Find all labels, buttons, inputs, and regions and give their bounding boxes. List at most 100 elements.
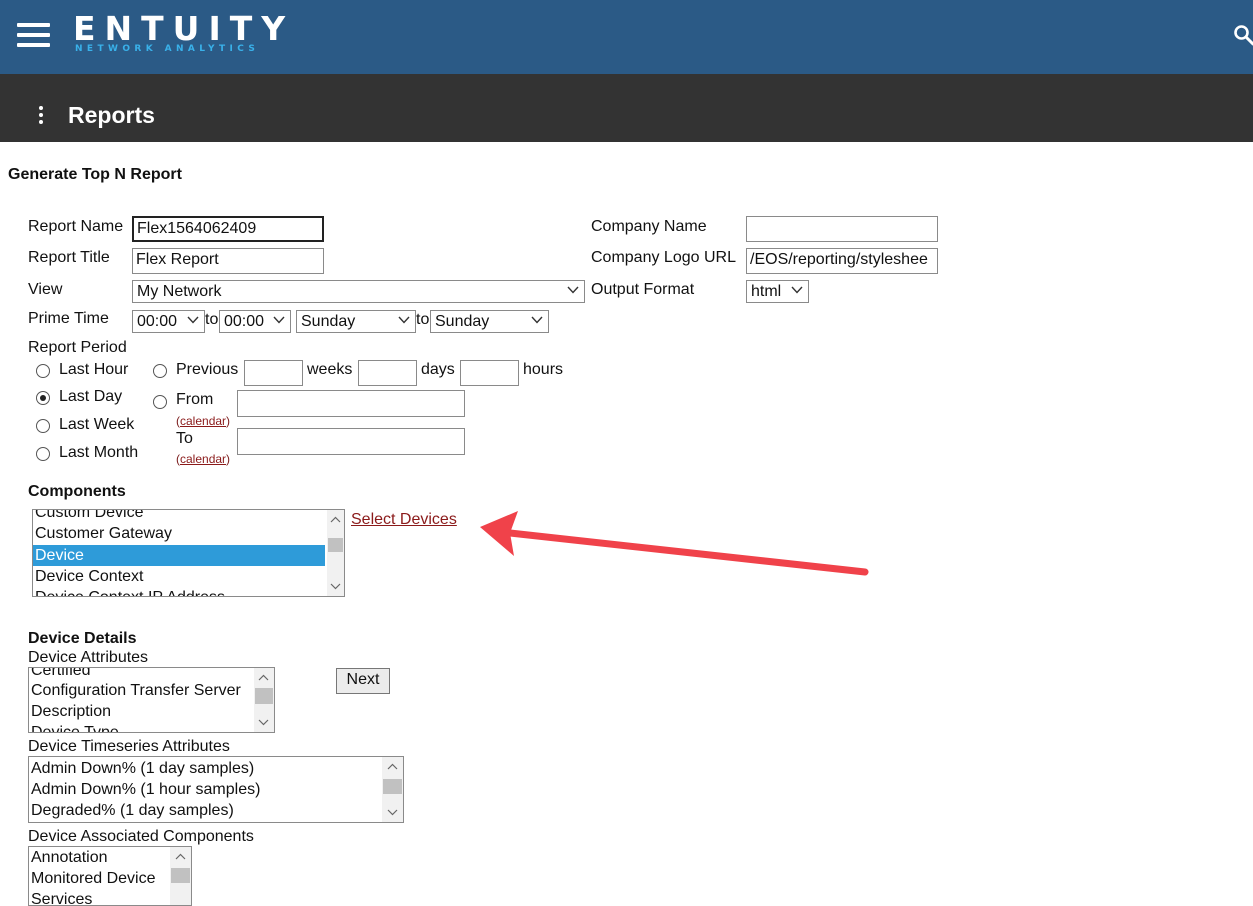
device-associated-listbox[interactable]: Annotation Monitored Device Services [28, 846, 192, 906]
list-item[interactable]: Monitored Device [31, 868, 156, 889]
previous-label: Previous [176, 361, 239, 378]
scroll-up-icon[interactable] [258, 674, 269, 681]
report-period-label: Report Period [28, 339, 127, 356]
list-item-selected[interactable]: Device [33, 545, 325, 566]
from-calendar-link[interactable]: calendar [180, 414, 226, 428]
prime-to-label: to [205, 311, 219, 328]
to-calendar-link[interactable]: calendar [180, 452, 226, 466]
scrollbar[interactable] [327, 510, 344, 596]
prime-to-time-select[interactable]: 00:00 [219, 310, 291, 333]
annotation-arrow-icon [480, 511, 869, 576]
brand-logo: ENTUITY [73, 9, 295, 48]
chevron-down-icon [398, 316, 410, 324]
view-label: View [28, 281, 63, 298]
radio-last-week[interactable] [36, 419, 50, 433]
select-devices-link[interactable]: Select Devices [351, 510, 457, 529]
chevron-down-icon [273, 316, 285, 324]
scrollbar-thumb[interactable] [171, 868, 190, 883]
kebab-menu-icon[interactable] [39, 106, 44, 126]
chevron-down-icon [791, 286, 803, 294]
device-timeseries-listbox[interactable]: Admin Down% (1 day samples) Admin Down% … [28, 756, 404, 823]
scrollbar[interactable] [170, 847, 191, 905]
company-name-input[interactable] [746, 216, 938, 242]
search-icon[interactable] [1233, 24, 1253, 46]
scrollbar-thumb[interactable] [255, 688, 273, 704]
scroll-up-icon[interactable] [330, 516, 341, 523]
form-heading: Generate Top N Report [8, 166, 182, 183]
components-label: Components [28, 483, 126, 500]
radio-last-day[interactable] [36, 391, 50, 405]
weeks-label: weeks [307, 361, 353, 378]
to-date-input[interactable] [237, 428, 465, 455]
list-item[interactable]: Device Type [31, 722, 119, 732]
hamburger-menu-icon[interactable] [17, 23, 50, 47]
scroll-down-icon[interactable] [387, 809, 398, 816]
scrollbar-thumb[interactable] [383, 779, 402, 794]
company-logo-input[interactable]: /EOS/reporting/styleshee [746, 248, 938, 274]
close-paren: ) [226, 452, 231, 466]
scrollbar[interactable] [254, 668, 274, 732]
chevron-down-icon [531, 316, 543, 324]
from-date-input[interactable] [237, 390, 465, 417]
list-item[interactable]: Certified [31, 668, 91, 681]
last-month-label: Last Month [59, 444, 139, 461]
chevron-down-icon [187, 316, 199, 324]
list-item[interactable]: Description [31, 701, 111, 722]
previous-hours-input[interactable] [460, 360, 519, 386]
report-title-input[interactable]: Flex Report [132, 248, 324, 274]
scroll-up-icon[interactable] [387, 763, 398, 770]
list-item[interactable]: Admin Down% (1 hour samples) [31, 779, 260, 800]
hours-label: hours [523, 361, 564, 378]
list-item[interactable]: Services [31, 889, 92, 905]
prime-to-day-select[interactable]: Sunday [430, 310, 549, 333]
report-name-input[interactable]: Flex1564062409 [132, 216, 324, 242]
company-logo-label: Company Logo URL [591, 249, 736, 266]
radio-last-month[interactable] [36, 447, 50, 461]
next-button[interactable]: Next [336, 668, 390, 694]
scrollbar-thumb[interactable] [328, 538, 343, 552]
scroll-down-icon[interactable] [330, 583, 341, 590]
output-format-value: html [751, 283, 782, 300]
radio-last-hour[interactable] [36, 364, 50, 378]
page-toolbar [0, 74, 1253, 142]
prime-to-time-value: 00:00 [224, 313, 265, 330]
prime-day-to-label: to [416, 311, 430, 328]
report-title-label: Report Title [28, 249, 110, 266]
view-select[interactable]: My Network [132, 280, 585, 303]
last-week-label: Last Week [59, 416, 135, 433]
list-item[interactable]: Degraded% (1 day samples) [31, 800, 234, 821]
prime-time-label: Prime Time [28, 310, 109, 327]
from-calendar-wrapper: (calendar) [176, 414, 230, 428]
scroll-up-icon[interactable] [175, 853, 186, 860]
scrollbar[interactable] [382, 757, 403, 822]
company-name-label: Company Name [591, 218, 707, 235]
list-item[interactable]: Customer Gateway [35, 523, 326, 544]
from-label: From [176, 391, 214, 408]
list-item[interactable]: Configuration Transfer Server [31, 680, 241, 701]
list-item[interactable]: Admin Down% (1 day samples) [31, 758, 254, 779]
brand-tagline: NETWORK ANALYTICS [75, 44, 260, 54]
list-item[interactable]: Custom Device [35, 510, 326, 523]
list-item[interactable]: Annotation [31, 847, 108, 868]
days-label: days [421, 361, 455, 378]
page-title: Reports [68, 102, 155, 128]
previous-days-input[interactable] [358, 360, 417, 386]
to-calendar-wrapper: (calendar) [176, 452, 230, 466]
scroll-down-icon[interactable] [258, 719, 269, 726]
last-day-label: Last Day [59, 388, 123, 405]
close-paren: ) [226, 414, 231, 428]
output-format-select[interactable]: html [746, 280, 809, 303]
radio-from[interactable] [153, 395, 167, 409]
device-attributes-listbox[interactable]: Certified Configuration Transfer Server … [28, 667, 275, 733]
list-item[interactable]: Device Context IP Address [35, 587, 326, 596]
last-hour-label: Last Hour [59, 361, 129, 378]
components-listbox[interactable]: Custom Device Customer Gateway Device De… [32, 509, 345, 597]
output-format-label: Output Format [591, 281, 695, 298]
prime-from-day-select[interactable]: Sunday [296, 310, 416, 333]
list-item[interactable]: Device Context [35, 566, 326, 587]
report-name-label: Report Name [28, 218, 124, 235]
chevron-down-icon [567, 286, 579, 294]
previous-weeks-input[interactable] [244, 360, 303, 386]
prime-from-time-select[interactable]: 00:00 [132, 310, 205, 333]
radio-previous[interactable] [153, 364, 167, 378]
